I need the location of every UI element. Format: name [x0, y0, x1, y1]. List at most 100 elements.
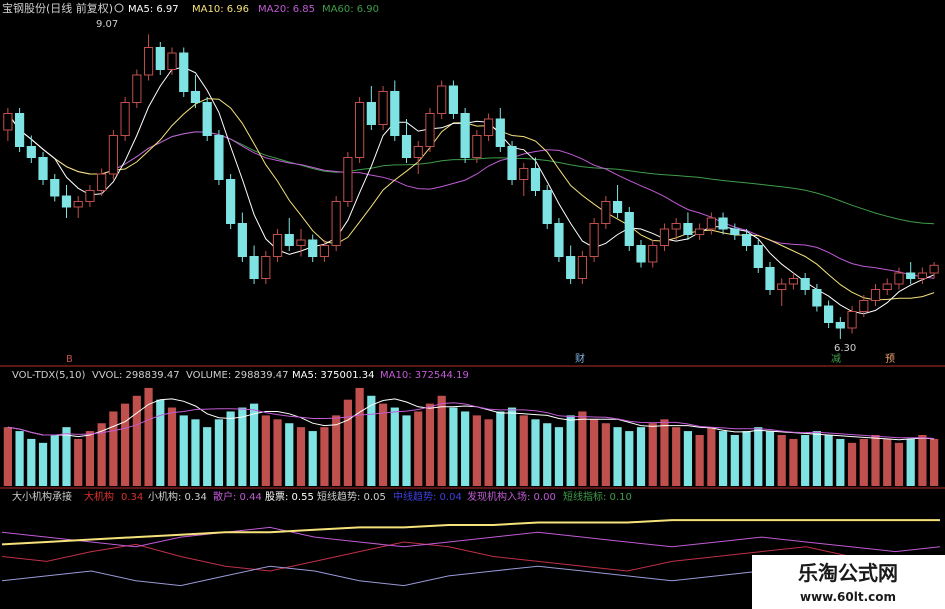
- volume-bar: [789, 438, 798, 486]
- volume-bar: [156, 399, 165, 486]
- candle: [308, 234, 318, 262]
- ma10-label: MA10: 6.96: [192, 4, 249, 15]
- candle: [695, 223, 705, 240]
- candle-body: [343, 157, 353, 202]
- candle: [894, 267, 904, 290]
- indicator-short-index: 短线指标: 0.10: [563, 490, 632, 503]
- volume-bar: [437, 395, 446, 486]
- marker-jian: 减: [831, 353, 841, 365]
- volume-bar: [578, 411, 587, 486]
- candle-body: [730, 228, 740, 235]
- volume-bar: [449, 407, 458, 486]
- indicator-discover: 发现机构入场: 0.00: [467, 490, 556, 503]
- volume-bar: [918, 435, 927, 486]
- candle-body: [378, 91, 388, 125]
- candle-body: [648, 245, 658, 263]
- indicator-big-label: 大机构: [84, 490, 114, 503]
- volume-bar: [226, 411, 235, 486]
- volume-bar: [132, 395, 141, 486]
- volume-bar: [390, 407, 399, 486]
- volume-bar: [296, 427, 306, 486]
- candle: [3, 108, 13, 141]
- candle: [143, 34, 154, 81]
- candle: [554, 218, 564, 262]
- candle: [495, 108, 505, 152]
- candle-body: [401, 135, 412, 158]
- candle: [659, 223, 670, 251]
- candle: [425, 108, 435, 152]
- candle-body: [542, 190, 552, 224]
- candle-body: [155, 47, 165, 70]
- volume-bar: [695, 435, 704, 486]
- candle: [14, 108, 25, 152]
- candle: [366, 86, 376, 130]
- volume-bar: [203, 427, 212, 486]
- candle: [753, 240, 763, 273]
- candle: [589, 218, 599, 262]
- candle-body: [319, 245, 330, 257]
- volume-bar: [191, 419, 200, 486]
- watermark-url: www.60lt.com: [800, 590, 896, 604]
- volume-vvol: VVOL: 298839.47: [92, 370, 180, 381]
- settings-icon[interactable]: [114, 3, 124, 13]
- candle: [612, 185, 623, 218]
- volume-bar: [871, 435, 880, 486]
- candle-body: [847, 311, 857, 329]
- candle: [636, 240, 646, 268]
- candle-body: [143, 47, 154, 76]
- volume-bar: [425, 403, 435, 486]
- candle-body: [765, 267, 775, 290]
- candle: [472, 130, 482, 163]
- candle-body: [530, 168, 541, 191]
- ma5-line: [7, 66, 935, 315]
- candle-body: [284, 234, 294, 246]
- volume-bar: [894, 442, 904, 486]
- volume-bar: [730, 435, 739, 486]
- volume-bar: [718, 431, 728, 486]
- candle: [917, 267, 928, 284]
- volume-bar: [38, 442, 48, 486]
- volume-bar: [238, 407, 247, 486]
- volume-bar: [683, 431, 693, 486]
- volume-bar: [50, 435, 59, 486]
- indicator-line: [1, 519, 940, 546]
- candle: [624, 207, 634, 251]
- volume-volume: VOLUME: 298839.47: [186, 370, 289, 381]
- candle-body: [179, 52, 189, 92]
- indicator-name: 大小机构承接: [12, 490, 72, 503]
- volume-bar: [378, 403, 388, 486]
- volume-bar: [625, 431, 634, 486]
- stock-chart: 宝钢股份(日线 前复权) MA5: 6.97 MA10: 6.96 MA20: …: [0, 1, 945, 609]
- candle-body: [929, 264, 939, 274]
- candle-body: [812, 289, 822, 307]
- candle-body: [202, 102, 212, 136]
- volume-bar: [109, 411, 118, 486]
- candle: [155, 42, 165, 75]
- candle-body: [835, 322, 845, 329]
- candle: [777, 278, 787, 306]
- candle: [507, 141, 517, 185]
- candle-body: [296, 239, 306, 246]
- volume-bar: [167, 407, 177, 486]
- indicator-retail: 散户: 0.44: [213, 490, 262, 503]
- candle: [249, 245, 259, 284]
- volume-bar: [355, 387, 364, 486]
- volume-bar: [308, 431, 317, 486]
- volume-bar: [824, 435, 833, 486]
- volume-bar: [332, 415, 341, 486]
- candle: [765, 262, 775, 295]
- candle: [38, 152, 48, 185]
- candle-body: [61, 195, 72, 208]
- volume-bar: [121, 403, 130, 486]
- price-panel: [3, 34, 939, 339]
- indicator-mid-trend: 中线趋势: 0.04: [393, 490, 462, 503]
- volume-bar: [507, 407, 517, 486]
- high-label: 9.07: [96, 19, 118, 30]
- volume-bar: [3, 427, 12, 486]
- volume-bar: [367, 395, 376, 486]
- indicator-stock: 股票: 0.55: [265, 491, 314, 503]
- indicator-big-value: 0.34: [121, 492, 143, 503]
- candle-body: [26, 146, 36, 158]
- volume-bar: [261, 415, 270, 486]
- volume-bar: [636, 427, 646, 486]
